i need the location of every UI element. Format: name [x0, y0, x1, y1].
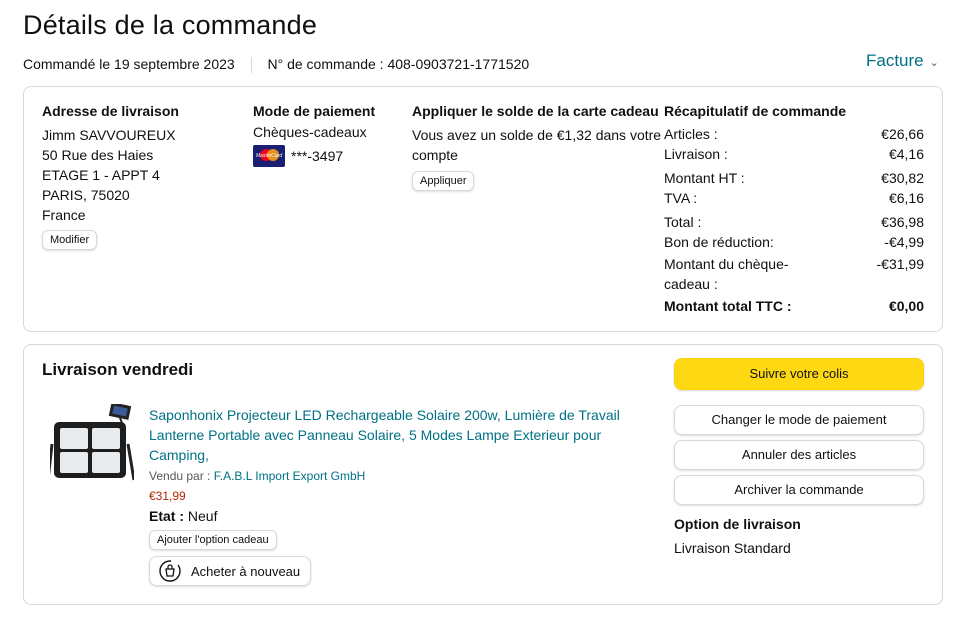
archive-order-button[interactable]: Archiver la commande — [674, 475, 924, 505]
address-line: PARIS, 75020 — [42, 187, 130, 203]
seller-link[interactable]: F.A.B.L Import Export GmbH — [214, 469, 366, 483]
buy-again-icon — [158, 559, 182, 583]
product-condition: Etat : Neuf — [149, 508, 217, 524]
summary-row: Montant HT : €30,82 — [664, 170, 924, 186]
condition-label: Etat : — [149, 508, 184, 524]
summary-row: TVA : €6,16 — [664, 190, 924, 206]
product-title-link[interactable]: Saponhonix Projecteur LED Rechargeable S… — [149, 405, 629, 465]
buy-again-button[interactable]: Acheter à nouveau — [149, 556, 311, 586]
summary-row: Livraison : €4,16 — [664, 146, 924, 162]
gift-card-balance: Vous avez un solde de €1,32 dans votre c… — [412, 127, 662, 163]
product-image[interactable] — [46, 402, 136, 484]
payment-heading: Mode de paiement — [253, 103, 376, 119]
sold-by-label: Vendu par : — [149, 469, 211, 483]
delivery-heading: Livraison vendredi — [42, 360, 194, 379]
order-date: Commandé le 19 septembre 2023 — [23, 56, 235, 72]
gift-option-button[interactable]: Ajouter l'option cadeau — [149, 530, 277, 550]
buy-again-label: Acheter à nouveau — [191, 563, 301, 579]
edit-address-button[interactable]: Modifier — [42, 230, 98, 250]
sold-by: Vendu par : F.A.B.L Import Export GmbH — [149, 469, 365, 483]
order-meta: Commandé le 19 septembre 2023 N° de comm… — [23, 56, 530, 74]
summary-table: Articles : €26,66 Livraison : €4,16 Montan… — [664, 126, 924, 326]
track-package-button[interactable]: Suivre votre colis — [674, 358, 924, 390]
shipping-heading: Adresse de livraison — [42, 103, 179, 119]
chevron-down-icon: ⌄ — [929, 57, 939, 69]
mastercard-icon: MasterCard — [253, 145, 285, 167]
payment-card: MasterCard ***-3497 — [253, 145, 343, 167]
change-payment-button[interactable]: Changer le mode de paiement — [674, 405, 924, 435]
invoice-label: Facture — [866, 51, 924, 70]
summary-row: Montant du chèque-cadeau : -€31,99 — [664, 256, 924, 292]
summary-heading: Récapitulatif de commande — [664, 103, 847, 119]
address-line: Jimm SAVVOUREUX — [42, 127, 176, 143]
summary-row: Articles : €26,66 — [664, 126, 924, 142]
delivery-option-value: Livraison Standard — [674, 540, 791, 556]
divider — [250, 57, 252, 74]
card-mask: ***-3497 — [291, 148, 344, 164]
cancel-items-button[interactable]: Annuler des articles — [674, 440, 924, 470]
address-line: France — [42, 207, 86, 223]
payment-method: Chèques-cadeaux — [253, 124, 367, 140]
order-number: N° de commande : 408-0903721-1771520 — [267, 56, 530, 72]
address-line: 50 Rue des Haies — [42, 147, 154, 163]
summary-row: Total : €36,98 — [664, 214, 924, 230]
grand-total-row: Montant total TTC : €0,00 — [664, 298, 924, 314]
shipping-address: Jimm SAVVOUREUX 50 Rue des Haies ETAGE 1… — [42, 125, 176, 225]
address-line: ETAGE 1 - APPT 4 — [42, 167, 160, 183]
apply-gift-card-button[interactable]: Appliquer — [412, 171, 475, 191]
delivery-option-heading: Option de livraison — [674, 516, 801, 532]
gift-card-heading: Appliquer le solde de la carte cadeau — [412, 103, 659, 119]
page-title: Détails de la commande — [23, 10, 318, 40]
invoice-dropdown[interactable]: Facture ⌄ — [866, 51, 939, 71]
product-price: €31,99 — [149, 489, 186, 503]
condition-value: Neuf — [187, 508, 218, 524]
summary-row: Bon de réduction: -€4,99 — [664, 234, 924, 250]
